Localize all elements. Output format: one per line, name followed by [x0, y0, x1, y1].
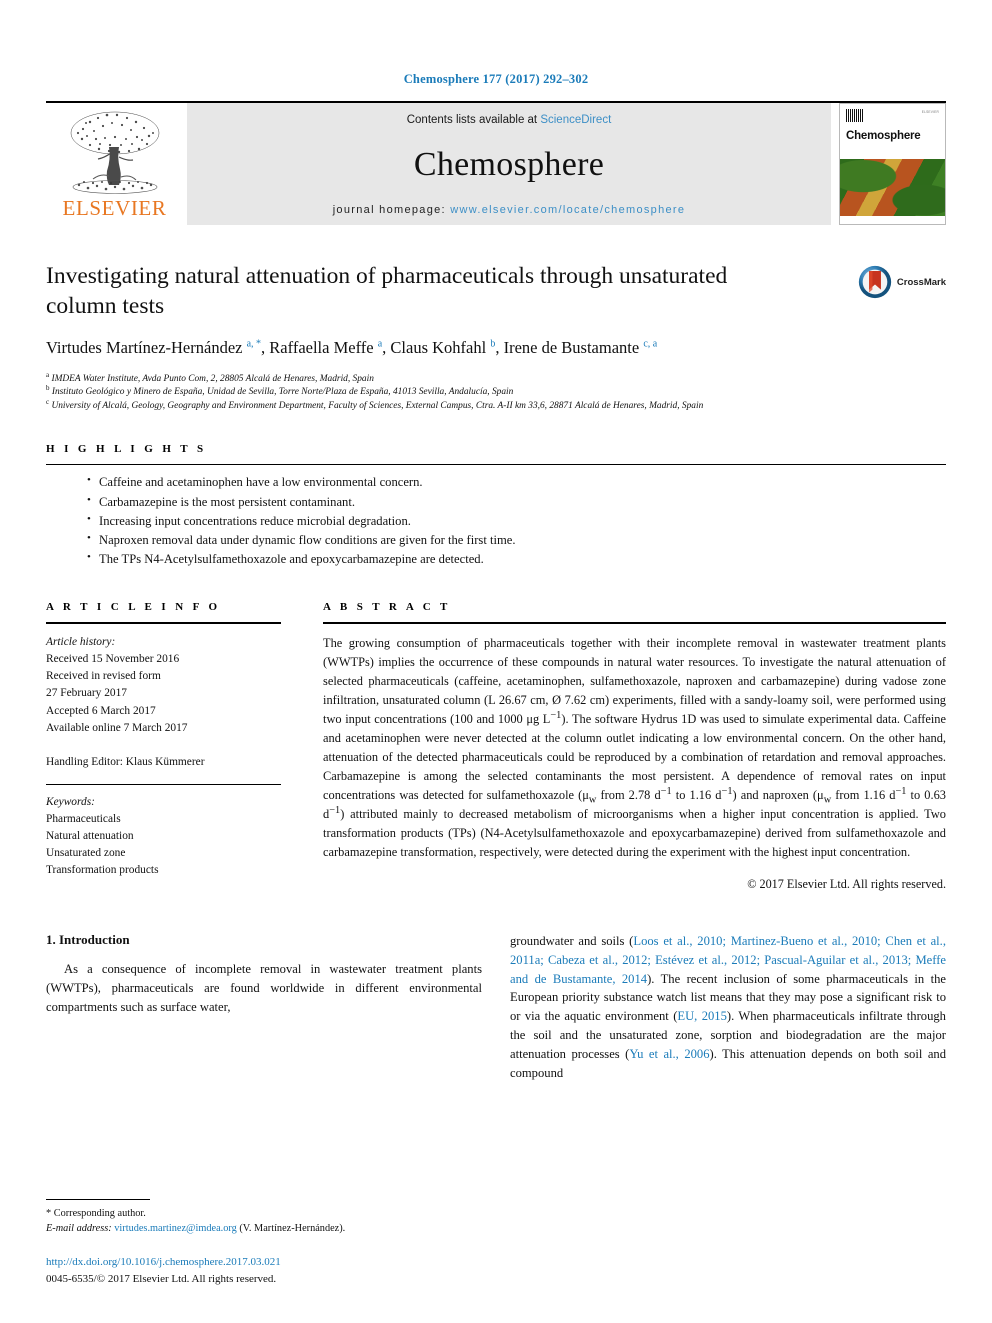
- abstract-column: A B S T R A C T The growing consumption …: [323, 601, 946, 892]
- article-history-label: Article history:: [46, 636, 116, 649]
- keyword-item[interactable]: Transformation products: [46, 862, 281, 879]
- email-label: E-mail address:: [46, 1223, 112, 1235]
- keywords-divider: [46, 783, 281, 785]
- highlight-item: Carbamazepine is the most persistent con…: [86, 492, 946, 512]
- affiliation: a IMDEA Water Institute, Avda Punto Com,…: [46, 370, 374, 384]
- crossmark-label: CrossMark: [896, 276, 946, 288]
- footnote-zone: * Corresponding author. E-mail address: …: [46, 1198, 466, 1287]
- elsevier-wordmark: ELSEVIER: [62, 196, 167, 220]
- highlights-list: Caffeine and acetaminophen have a low en…: [46, 464, 946, 569]
- email-owner: (V. Martínez-Hernández).: [239, 1223, 346, 1235]
- abstract-heading: A B S T R A C T: [323, 601, 451, 614]
- article-info-heading: A R T I C L E I N F O: [46, 601, 221, 614]
- footnote-divider: [46, 1198, 150, 1200]
- article-info-column: A R T I C L E I N F O Article history: R…: [46, 601, 281, 892]
- cover-bottom-panel: [840, 215, 945, 224]
- article-page: Chemosphere 177 (2017) 292–302 ELSEVIER …: [0, 0, 992, 1323]
- journal-banner: Contents lists available at ScienceDirec…: [187, 103, 831, 225]
- article-history-lines: Received 15 November 2016 Received in rev…: [46, 651, 281, 737]
- title-block: CrossMark Investigating natural attenuat…: [46, 261, 946, 413]
- elsevier-logo: ELSEVIER: [46, 103, 183, 225]
- body-column-left: 1. Introduction As a consequence of inco…: [46, 932, 482, 1083]
- keyword-item[interactable]: Unsaturated zone: [46, 845, 281, 862]
- keywords-list: Pharmaceuticals Natural attenuation Unsatu…: [46, 811, 281, 879]
- email-note: E-mail address: virtudes.martinez@imdea.…: [46, 1221, 466, 1237]
- keywords-label: Keywords:: [46, 795, 95, 808]
- article-info-body: Article history: Received 15 November 20…: [46, 622, 281, 879]
- highlights-section: H I G H L I G H T S Caffeine and acetami…: [46, 443, 946, 569]
- cover-top-panel: ELSEVIER Chemosphere: [840, 104, 945, 160]
- keyword-item[interactable]: Pharmaceuticals: [46, 811, 281, 828]
- keyword-item[interactable]: Natural attenuation: [46, 828, 281, 845]
- journal-masthead: ELSEVIER Contents lists available at Sci…: [46, 101, 946, 225]
- crossmark-icon: [858, 265, 892, 299]
- email-link[interactable]: virtudes.martinez@imdea.org: [114, 1223, 237, 1234]
- contents-prefix: Contents lists available at: [406, 114, 541, 126]
- abstract-text: The growing consumption of pharmaceutica…: [323, 636, 946, 859]
- journal-title: Chemosphere: [413, 146, 605, 183]
- affiliation: b Instituto Geológico y Minero de España…: [46, 384, 514, 398]
- journal-cover-thumbnail[interactable]: ELSEVIER Chemosphere: [839, 103, 946, 225]
- introduction-heading: 1. Introduction: [46, 931, 130, 947]
- highlights-heading: H I G H L I G H T S: [46, 443, 207, 456]
- author-list: Virtudes Martínez-Hernández a, *, Raffae…: [46, 338, 658, 358]
- issn-copyright: 0045-6535/© 2017 Elsevier Ltd. All right…: [46, 1272, 277, 1285]
- article-history-line: Received in revised form: [46, 670, 161, 683]
- cover-leaf-image: [840, 159, 945, 216]
- cover-corner-label: ELSEVIER: [921, 110, 939, 114]
- doi-link[interactable]: http://dx.doi.org/10.1016/j.chemosphere.…: [46, 1254, 466, 1271]
- body-column-right: groundwater and soils (Loos et al., 2010…: [510, 932, 946, 1083]
- article-history-line: 27 February 2017: [46, 687, 127, 700]
- introduction-paragraph-right: groundwater and soils (Loos et al., 2010…: [510, 933, 947, 1081]
- sciencedirect-link[interactable]: ScienceDirect: [540, 114, 611, 126]
- article-history-line: Received 15 November 2016: [46, 653, 180, 666]
- highlight-item: Caffeine and acetaminophen have a low en…: [86, 472, 946, 492]
- page-title: Investigating natural attenuation of pha…: [46, 263, 728, 320]
- abstract-body: The growing consumption of pharmaceutica…: [323, 622, 946, 892]
- abstract-copyright: © 2017 Elsevier Ltd. All rights reserved…: [747, 876, 946, 891]
- highlight-item: Naproxen removal data under dynamic flow…: [86, 530, 946, 550]
- affiliation: c University of Alcalá, Geology, Geograp…: [46, 397, 704, 411]
- highlight-item: The TPs N4-Acetylsulfamethoxazole and ep…: [86, 549, 946, 569]
- handling-editor: Handling Editor: Klaus Kümmerer: [46, 755, 205, 768]
- doi-block: http://dx.doi.org/10.1016/j.chemosphere.…: [46, 1254, 466, 1287]
- introduction-paragraph-left: As a consequence of incomplete removal i…: [46, 961, 482, 1014]
- cover-journal-title: Chemosphere: [846, 130, 921, 142]
- homepage-prefix: journal homepage:: [332, 204, 451, 216]
- article-history-line: Available online 7 March 2017: [46, 721, 188, 734]
- running-head: Chemosphere 177 (2017) 292–302: [403, 72, 589, 86]
- affiliation-list: a IMDEA Water Institute, Avda Punto Com,…: [46, 370, 946, 414]
- info-abstract-row: A R T I C L E I N F O Article history: R…: [46, 601, 946, 892]
- highlight-item: Increasing input concentrations reduce m…: [86, 511, 946, 531]
- journal-homepage-line: journal homepage: www.elsevier.com/locat…: [333, 204, 686, 216]
- corresponding-author-note: * Corresponding author.: [46, 1207, 146, 1219]
- journal-homepage-link[interactable]: www.elsevier.com/locate/chemosphere: [450, 204, 685, 216]
- body-columns: 1. Introduction As a consequence of inco…: [46, 932, 946, 1083]
- elsevier-tree-icon: [70, 111, 159, 194]
- article-history-line: Accepted 6 March 2017: [46, 704, 156, 717]
- contents-available-line: Contents lists available at ScienceDirec…: [407, 114, 612, 126]
- barcode-icon: [846, 109, 863, 122]
- crossmark-badge[interactable]: CrossMark: [858, 265, 946, 299]
